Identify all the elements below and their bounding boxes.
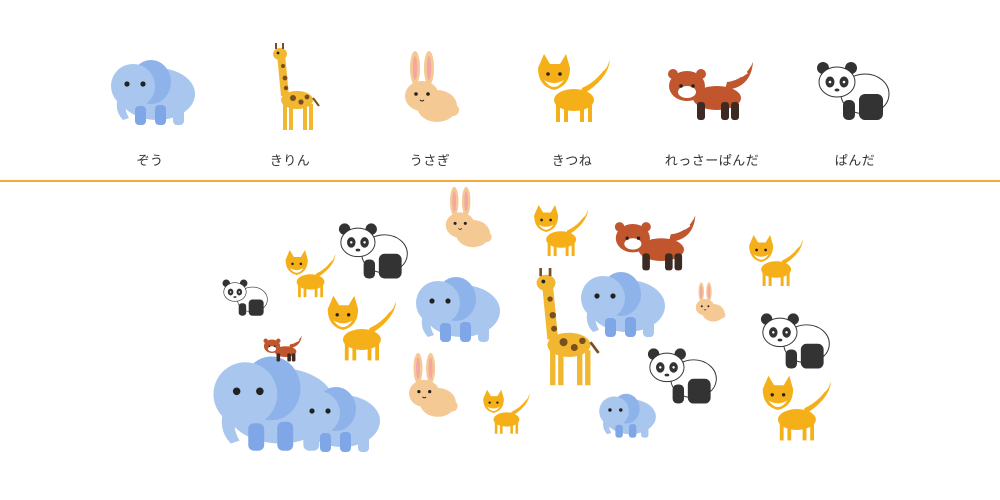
fox-6[interactable] [478,387,533,439]
fox-4[interactable] [743,232,807,292]
redpanda-icon [613,214,697,272]
fox-icon [534,205,589,256]
panda-4[interactable] [757,302,838,378]
rabbit-icon [408,352,459,418]
panda-3[interactable] [644,337,725,413]
panda-1[interactable] [335,212,416,288]
fox-3[interactable] [320,292,401,368]
legend-item-fox: きつね [502,50,642,175]
redpanda-icon [262,334,303,363]
legend-item-rabbit: うさぎ [360,50,500,175]
legend-item-red-panda: れっさーぱんだ [642,50,782,175]
fox-5[interactable] [755,372,836,448]
rabbit-icon [445,186,493,248]
redpanda-2[interactable] [262,330,305,366]
fox-icon [327,295,397,361]
rabbit-2[interactable] [400,352,463,424]
legend-item-giraffe: きりん [220,42,360,175]
elephant-2[interactable] [280,377,390,457]
fox-icon [537,54,610,122]
red-panda-icon [666,60,754,122]
elephant-3[interactable] [400,267,510,347]
fox-icon [483,389,530,434]
elephant-icon [416,277,500,342]
panda-icon [816,61,889,121]
panda-icon [222,279,268,317]
giraffe-icon [272,42,320,131]
elephant-icon [296,387,380,452]
panda-icon [647,347,717,404]
legend-label-elephant: ぞう [136,154,164,169]
rabbit-icon [695,282,726,322]
redpanda-1[interactable] [612,204,702,280]
elephant-icon [111,60,195,125]
panda-2[interactable] [220,272,273,322]
rabbit-icon [404,50,460,123]
fox-1[interactable] [528,202,592,262]
legend-label-red-panda: れっさーぱんだ [664,154,760,169]
fox-icon [762,375,832,441]
answer-legend: ぞう きりん うさぎ きつね れっさーぱんだ ぱんだ [0,0,1000,180]
giraffe-icon [535,266,600,387]
legend-label-giraffe: きりん [269,154,311,169]
legend-item-panda: ぱんだ [785,50,925,175]
legend-label-rabbit: うさぎ [409,154,451,169]
legend-item-elephant: ぞう [80,50,220,175]
panda-icon [338,222,408,279]
fox-icon [749,235,804,286]
panda-icon [760,312,830,369]
animal-field [0,182,1000,500]
giraffe-1[interactable] [512,264,607,392]
rabbit-1[interactable] [437,186,497,254]
legend-label-fox: きつね [551,154,593,169]
legend-label-panda: ぱんだ [834,154,876,169]
rabbit-3[interactable] [690,282,729,326]
